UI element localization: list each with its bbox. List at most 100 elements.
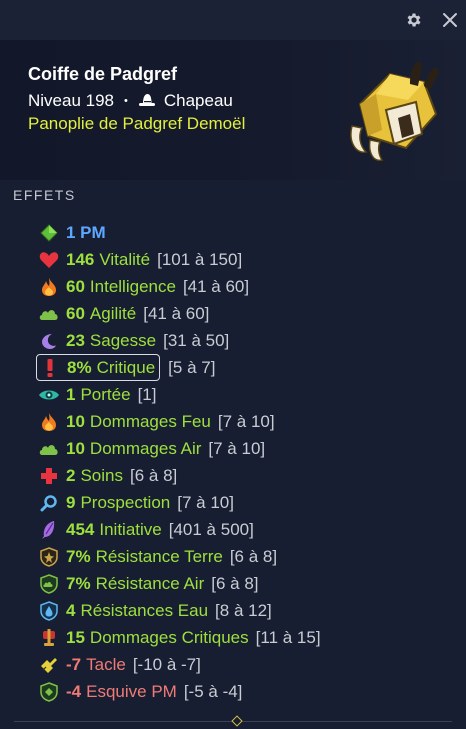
magnifier-icon <box>38 492 60 514</box>
effects-list: 1 PM 146 Vitalité [101 à 150] 60 Intelli… <box>36 219 321 705</box>
effect-name: Intelligence <box>89 276 176 296</box>
effect-value: -7 <box>66 654 82 674</box>
effect-value: 146 <box>66 249 95 269</box>
effect-range: [7 à 10] <box>217 411 275 431</box>
effect-name: Dommages Feu <box>89 411 211 431</box>
air-cloud-icon <box>38 303 60 325</box>
effect-row: 23 Sagesse [31 à 50] <box>38 327 321 354</box>
fire-icon <box>38 411 60 433</box>
critical-exclamation-icon <box>39 357 61 379</box>
effect-row: 60 Agilité [41 à 60] <box>38 300 321 327</box>
effect-row: 1 Portée [1] <box>38 381 321 408</box>
close-icon <box>443 13 457 27</box>
effect-value: 1 <box>66 384 76 404</box>
effect-value: 2 <box>66 465 76 485</box>
effect-name: Critique <box>96 357 156 377</box>
effect-range: [101 à 150] <box>157 249 243 269</box>
effect-row: 454 Initiative [401 à 500] <box>38 516 321 543</box>
effect-value: 10 <box>66 438 85 458</box>
effect-row: 146 Vitalité [101 à 150] <box>38 246 321 273</box>
shield-water-icon <box>38 600 60 622</box>
gear-icon <box>407 13 421 27</box>
effect-value: 4 <box>66 600 76 620</box>
effect-range: [41 à 60] <box>182 276 250 296</box>
effect-range: [6 à 8] <box>130 465 178 485</box>
item-tooltip-panel: Coiffe de Padgref Niveau 198 • Chapeau P… <box>0 0 466 729</box>
effect-value: 8% <box>67 357 92 377</box>
effect-name: Soins <box>80 465 123 485</box>
effect-name: Prospection <box>80 492 171 512</box>
effect-row-highlighted[interactable]: 8% Critique [5 à 7] <box>36 354 321 381</box>
heal-cross-icon <box>38 465 60 487</box>
effect-name: Esquive PM <box>86 681 177 701</box>
effect-name: Dommages Critiques <box>89 627 249 647</box>
effect-range: [8 à 12] <box>215 600 272 620</box>
moon-icon <box>38 330 60 352</box>
tackle-icon <box>38 654 60 676</box>
effect-range: [6 à 8] <box>229 546 278 566</box>
item-header: Coiffe de Padgref Niveau 198 • Chapeau P… <box>0 40 466 180</box>
shield-air-icon <box>38 573 60 595</box>
heart-icon <box>38 249 60 271</box>
eye-icon <box>38 384 60 406</box>
effect-value: 7% <box>66 546 91 566</box>
effect-row: -4 Esquive PM [-5 à -4] <box>38 678 321 705</box>
item-image-hat <box>346 56 446 166</box>
effect-value: -4 <box>66 681 82 701</box>
hat-icon <box>138 93 156 109</box>
effect-range: [11 à 15] <box>255 627 321 647</box>
item-name: Coiffe de Padgref <box>28 64 178 84</box>
title-bar <box>0 0 466 40</box>
fire-icon <box>38 276 60 298</box>
effect-name: Tacle <box>86 654 126 674</box>
effect-value: 15 <box>66 627 85 647</box>
effect-range: [1] <box>137 384 157 404</box>
effect-row: 15 Dommages Critiques [11 à 15] <box>38 624 321 651</box>
air-cloud-icon <box>38 438 60 460</box>
effect-row: 4 Résistances Eau [8 à 12] <box>38 597 321 624</box>
effect-row: 9 Prospection [7 à 10] <box>38 489 321 516</box>
shield-earth-icon <box>38 546 60 568</box>
highlight-box: 8% Critique <box>36 354 161 381</box>
effect-range: [5 à 7] <box>168 357 216 377</box>
effect-value: 60 <box>66 303 85 323</box>
effect-name: Sagesse <box>89 330 157 350</box>
effects-title: EFFETS <box>13 187 76 203</box>
effect-row: 10 Dommages Air [7 à 10] <box>38 435 321 462</box>
effect-range: [401 à 500] <box>168 519 254 539</box>
item-level: Niveau 198 <box>28 91 115 110</box>
effect-value: 23 <box>66 330 85 350</box>
effect-name: Initiative <box>99 519 162 539</box>
effect-value: 9 <box>66 492 76 512</box>
effect-name: Portée <box>80 384 131 404</box>
effect-range: [41 à 60] <box>143 303 210 323</box>
effect-row: 10 Dommages Feu [7 à 10] <box>38 408 321 435</box>
effects-section: EFFETS 1 PM 146 Vitalité [101 à 150] 60 … <box>0 180 466 729</box>
item-set-link[interactable]: Panoplie de Padgref Demoël <box>28 114 245 134</box>
effect-name: Résistance Air <box>95 573 205 593</box>
close-button[interactable] <box>440 10 460 30</box>
critical-damage-icon <box>38 627 60 649</box>
effect-row: 2 Soins [6 à 8] <box>38 462 321 489</box>
effect-value: 454 <box>66 519 95 539</box>
effect-range: [7 à 10] <box>177 492 234 512</box>
effect-row: 7% Résistance Terre [6 à 8] <box>38 543 321 570</box>
divider-diamond-ornament <box>231 715 243 727</box>
effect-range: [7 à 10] <box>208 438 266 458</box>
effect-range: [6 à 8] <box>211 573 259 593</box>
effect-row: -7 Tacle [-10 à -7] <box>38 651 321 678</box>
effect-row: 7% Résistance Air [6 à 8] <box>38 570 321 597</box>
dodge-pm-shield-icon <box>38 681 60 703</box>
separator: • <box>124 95 128 107</box>
effect-value: 1 PM <box>66 222 106 242</box>
settings-button[interactable] <box>404 10 424 30</box>
effect-value: 60 <box>66 276 85 296</box>
item-level-row: Niveau 198 • Chapeau <box>28 91 233 111</box>
effect-range: [31 à 50] <box>163 330 230 350</box>
effect-name: Vitalité <box>99 249 151 269</box>
effect-range: [-10 à -7] <box>132 654 201 674</box>
effect-name: Agilité <box>89 303 137 323</box>
pm-diamond-icon <box>38 222 60 244</box>
effect-value: 10 <box>66 411 85 431</box>
effect-name: Dommages Air <box>89 438 202 458</box>
